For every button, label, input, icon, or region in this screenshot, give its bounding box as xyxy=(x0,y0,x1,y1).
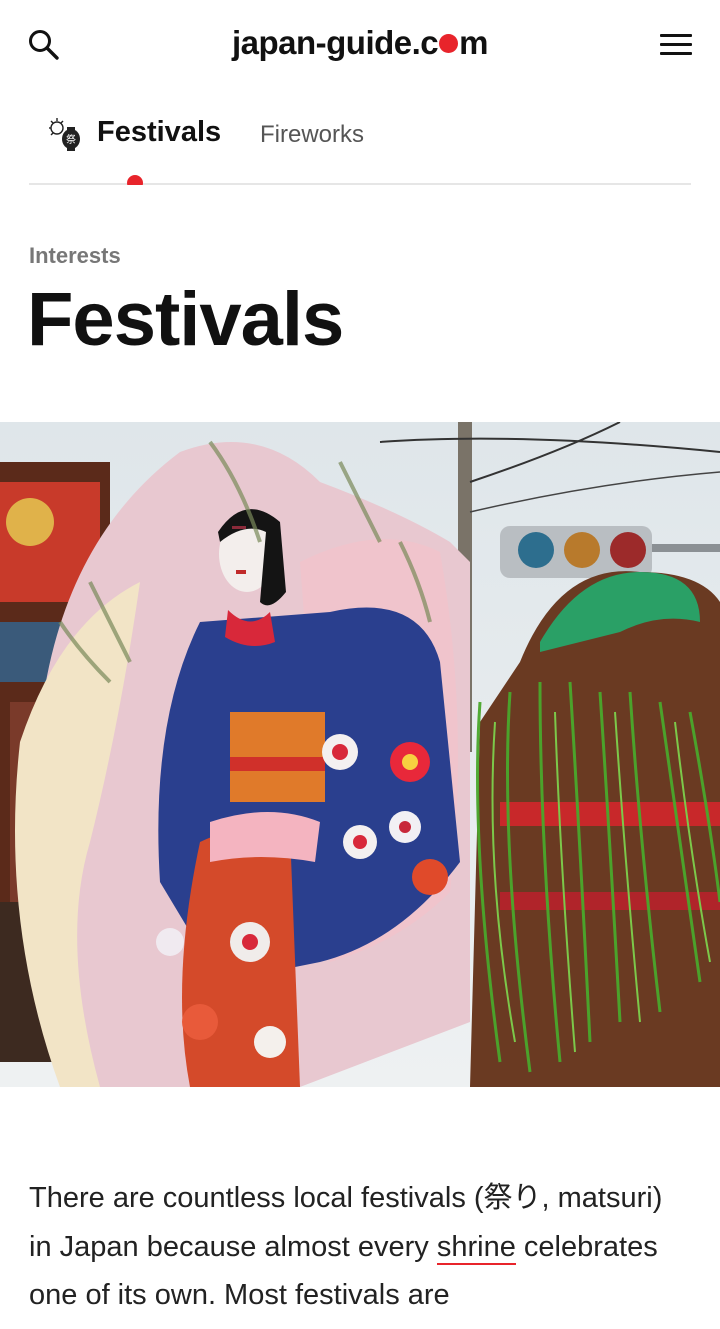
logo-dot xyxy=(439,34,459,53)
indicator-mask xyxy=(119,185,149,197)
tab-festivals[interactable]: Festivals xyxy=(97,116,221,149)
category-tabs: 祭 Festivals Fireworks xyxy=(29,100,691,197)
page-title: Festivals xyxy=(27,277,344,362)
svg-text:祭: 祭 xyxy=(66,134,76,146)
article-intro: There are countless local festivals (祭り,… xyxy=(29,1174,691,1320)
tab-fireworks[interactable]: Fireworks xyxy=(260,121,364,149)
breadcrumb[interactable]: Interests xyxy=(29,243,121,269)
hero-photo xyxy=(0,422,720,1087)
shrine-link[interactable]: shrine xyxy=(436,1230,516,1265)
top-header: japan-guide.c m xyxy=(0,0,720,90)
hamburger-menu-icon[interactable] xyxy=(660,34,692,58)
festival-lantern-icon: 祭 xyxy=(47,116,83,152)
logo-text-end: m xyxy=(459,24,489,61)
logo-text-start: japan-guide.c xyxy=(231,24,439,61)
site-logo[interactable]: japan-guide.c m xyxy=(0,24,720,62)
